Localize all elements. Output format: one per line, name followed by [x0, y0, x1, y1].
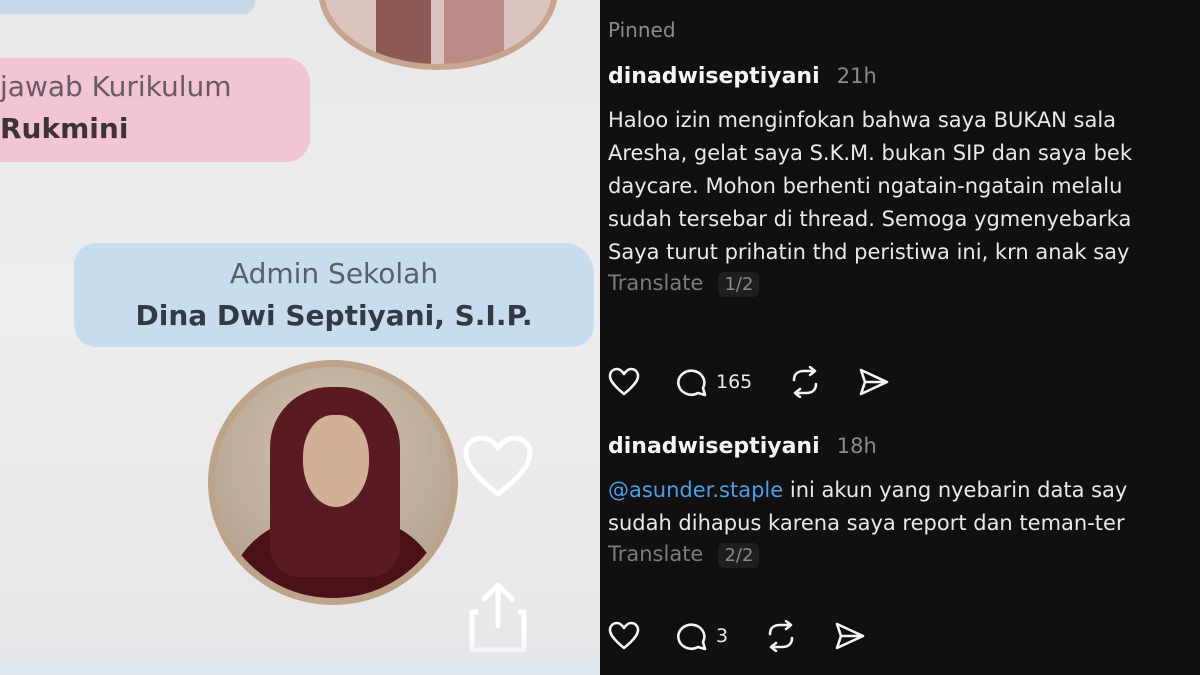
- like-button[interactable]: [608, 621, 640, 651]
- repost-button[interactable]: [788, 366, 822, 398]
- flyer-photo: jawab Kurikulum Rukmini Admin Sekolah Di…: [0, 0, 600, 675]
- send-icon: [859, 368, 889, 396]
- post-text-line: Haloo izin menginfokan bahwa saya BUKAN …: [608, 108, 1117, 132]
- repost-button[interactable]: [764, 620, 798, 652]
- post-meta: Translate 1/2: [608, 271, 1200, 305]
- post-text: ini akun yang nyebarin data say: [783, 478, 1128, 502]
- post-actions: 3: [608, 620, 902, 652]
- post-timestamp: 21h: [836, 64, 877, 88]
- reply-count: 3: [716, 625, 729, 647]
- translate-link[interactable]: Translate: [608, 542, 703, 566]
- post-text-line: daycare. Mohon berhenti ngatain-ngatain …: [608, 174, 1123, 198]
- post-header: dinadwiseptiyani 18h: [608, 434, 1200, 468]
- thread-counter: 1/2: [718, 272, 760, 297]
- curriculum-role-pill: jawab Kurikulum Rukmini: [0, 58, 310, 162]
- send-icon: [835, 622, 865, 650]
- reply-button[interactable]: 165: [676, 366, 752, 398]
- staff-portrait-top: [318, 0, 558, 70]
- repost-icon: [792, 366, 818, 398]
- post-header: dinadwiseptiyani 21h: [608, 64, 1200, 98]
- post-username[interactable]: dinadwiseptiyani: [608, 434, 820, 459]
- admin-role: Admin Sekolah: [229, 257, 439, 290]
- post-text-line: Saya turut prihatin thd peristiwa ini, k…: [608, 240, 1130, 264]
- mention-link[interactable]: @asunder.staple: [608, 478, 783, 502]
- flyer-top-strip: [0, 0, 255, 14]
- post-body: Haloo izin menginfokan bahwa saya BUKAN …: [608, 104, 1200, 269]
- pinned-label: Pinned: [608, 18, 676, 42]
- reply-count: 165: [716, 371, 753, 393]
- like-button[interactable]: [608, 367, 640, 397]
- thread-counter: 2/2: [718, 543, 760, 568]
- post-actions: 165: [608, 366, 926, 398]
- heart-icon: [608, 367, 640, 396]
- post-text-line: sudah dihapus karena saya report dan tem…: [608, 511, 1125, 535]
- post-username[interactable]: dinadwiseptiyani: [608, 64, 820, 89]
- translate-link[interactable]: Translate: [608, 271, 703, 295]
- post-text-line: @asunder.staple ini akun yang nyebarin d…: [608, 474, 1200, 507]
- admin-role-pill: Admin Sekolah Dina Dwi Septiyani, S.I.P.: [74, 243, 594, 347]
- post-timestamp: 18h: [836, 434, 877, 458]
- comment-icon: [677, 369, 707, 397]
- heart-icon: [608, 621, 640, 650]
- heart-icon[interactable]: [462, 434, 534, 500]
- share-button[interactable]: [858, 367, 890, 397]
- comment-icon: [677, 623, 707, 651]
- curriculum-name: Rukmini: [0, 112, 129, 145]
- thread-post[interactable]: dinadwiseptiyani 21h Haloo izin menginfo…: [608, 64, 1200, 398]
- thread-post[interactable]: dinadwiseptiyani 18h @asunder.staple ini…: [608, 434, 1200, 652]
- reply-button[interactable]: 3: [676, 620, 728, 652]
- threads-panel: Pinned dinadwiseptiyani 21h Haloo izin m…: [600, 0, 1200, 675]
- repost-icon: [768, 620, 794, 652]
- curriculum-role: jawab Kurikulum: [0, 70, 232, 103]
- post-meta: Translate 2/2: [608, 542, 1200, 576]
- post-text-line: Aresha, gelat saya S.K.M. bukan SIP dan …: [608, 141, 1133, 165]
- post-body: @asunder.staple ini akun yang nyebarin d…: [608, 474, 1200, 540]
- admin-name: Dina Dwi Septiyani, S.I.P.: [135, 299, 533, 332]
- admin-portrait: [208, 360, 458, 605]
- post-text-line: sudah tersebar di thread. Semoga ygmenye…: [608, 207, 1132, 231]
- share-button[interactable]: [834, 621, 866, 651]
